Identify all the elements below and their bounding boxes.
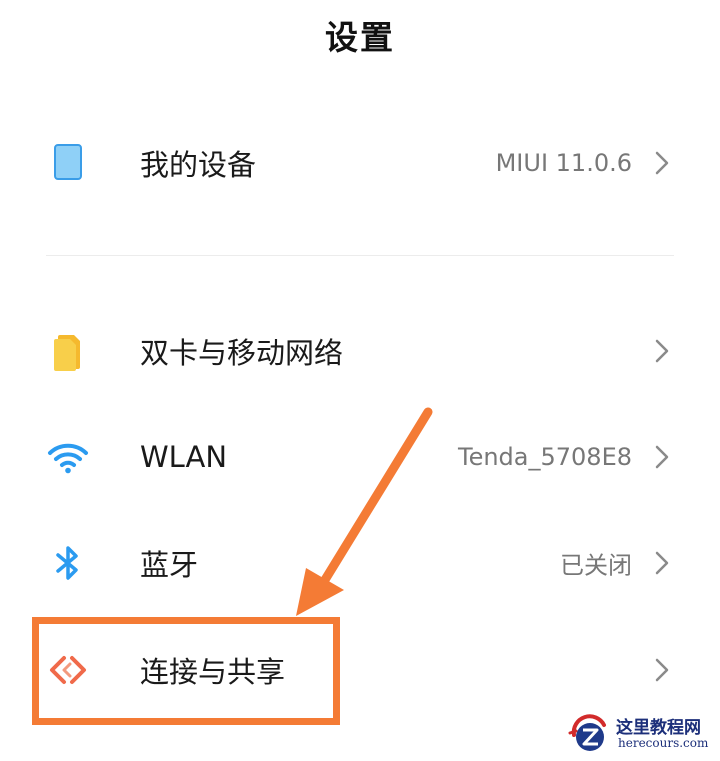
chevron-right-icon [652, 548, 672, 578]
settings-item-value: MIUI 11.0.6 [495, 149, 632, 177]
chevron-right-icon [652, 336, 672, 366]
settings-item-wlan[interactable]: WLAN Tenda_5708E8 [0, 404, 720, 510]
watermark-title: 这里教程网 [616, 718, 701, 738]
page-title: 设置 [325, 18, 395, 57]
settings-item-label: 蓝牙 [140, 548, 199, 582]
settings-item-dual-sim[interactable]: 双卡与移动网络 [0, 298, 720, 404]
chevron-right-icon [652, 442, 672, 472]
bluetooth-icon [44, 539, 92, 587]
sim-card-icon [44, 327, 92, 375]
settings-item-my-device[interactable]: 我的设备 MIUI 11.0.6 [0, 110, 720, 216]
device-icon [44, 139, 92, 187]
settings-item-label: 连接与共享 [140, 655, 286, 689]
chevron-right-icon [652, 655, 672, 685]
watermark: 这里教程网 herecours.com [564, 709, 714, 757]
connection-share-icon [44, 646, 92, 694]
settings-item-label: 我的设备 [140, 148, 257, 182]
wifi-icon [44, 433, 92, 481]
settings-item-connection-sharing[interactable]: 连接与共享 [0, 617, 720, 723]
settings-item-value: Tenda_5708E8 [457, 443, 632, 471]
settings-item-label: WLAN [140, 440, 228, 474]
chevron-right-icon [652, 148, 672, 178]
watermark-logo-icon [568, 714, 606, 751]
settings-item-value: 已关闭 [560, 551, 632, 580]
settings-item-label: 双卡与移动网络 [140, 336, 344, 370]
watermark-url: herecours.com [618, 736, 709, 750]
section-divider [46, 255, 674, 256]
settings-item-bluetooth[interactable]: 蓝牙 已关闭 [0, 510, 720, 616]
